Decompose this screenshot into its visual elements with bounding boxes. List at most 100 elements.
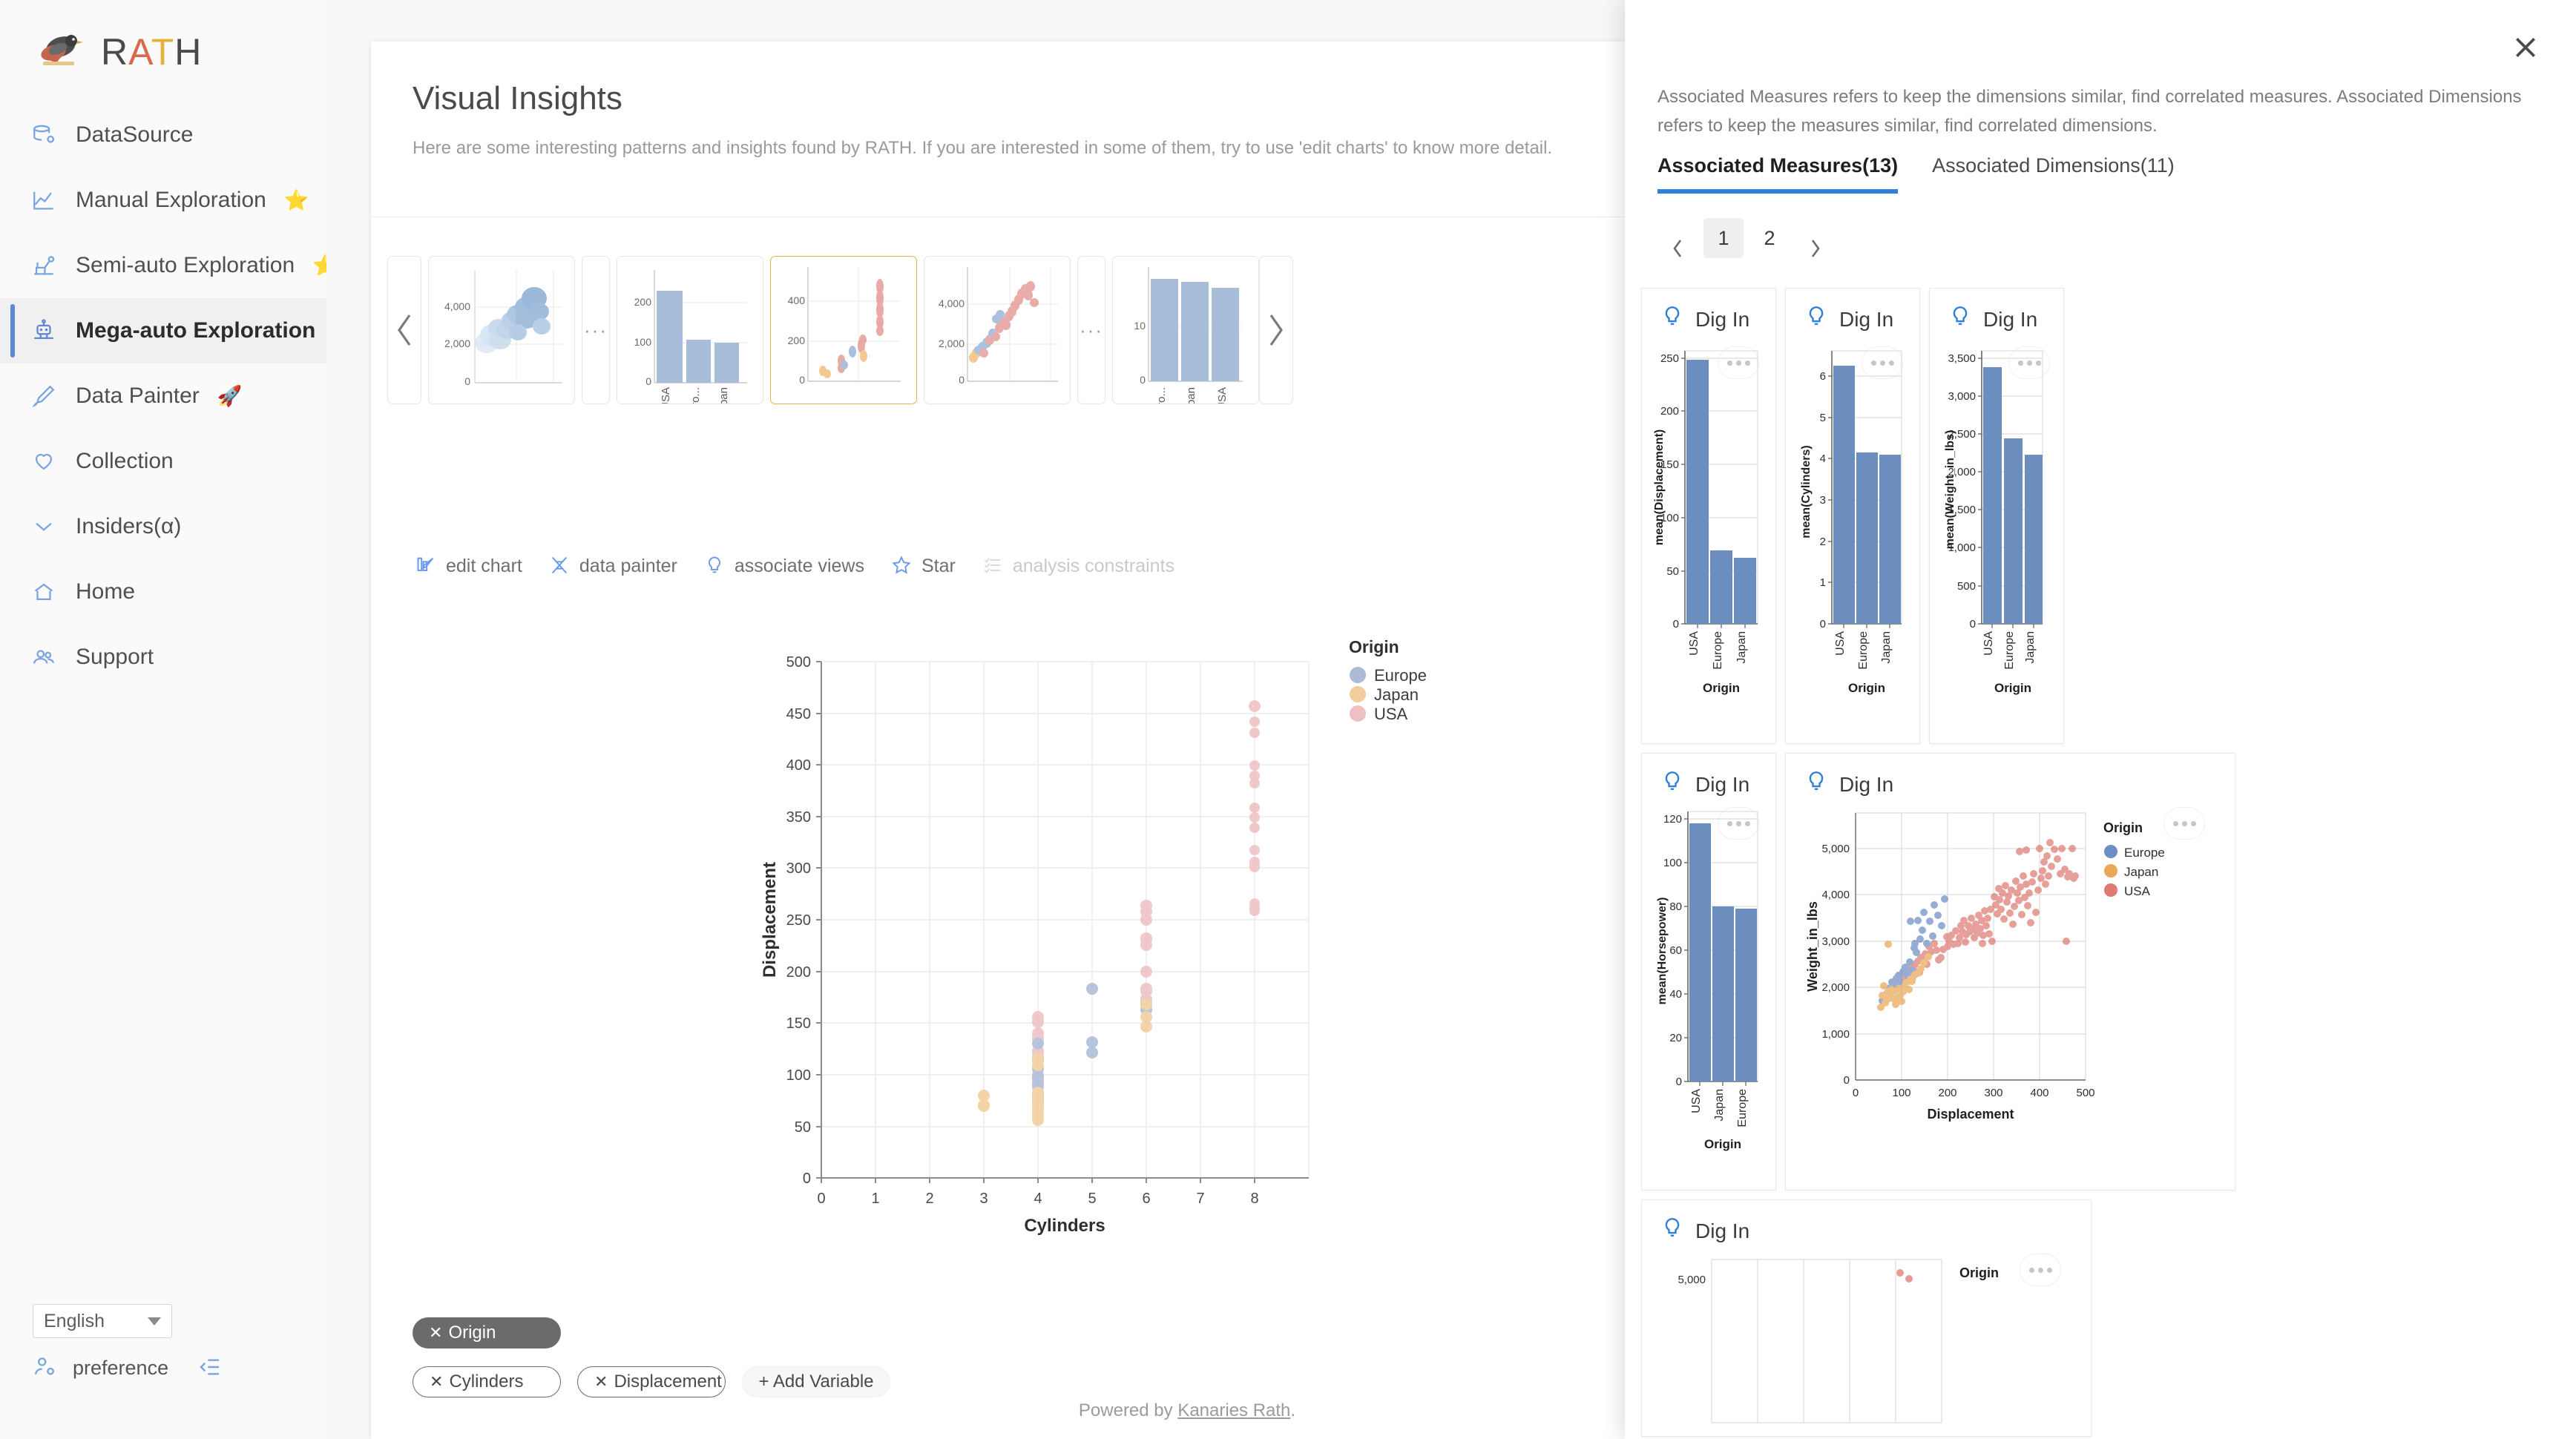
- robot-icon: [30, 317, 58, 345]
- svg-text:3,000: 3,000: [1948, 390, 1976, 403]
- svg-text:Origin: Origin: [1703, 681, 1740, 695]
- robot-arm-icon: [30, 251, 58, 280]
- preference-label[interactable]: preference: [73, 1357, 168, 1380]
- sidebar-item-semi-auto-exploration[interactable]: Semi-auto Exploration ⭐: [0, 233, 338, 298]
- svg-text:200: 200: [1938, 1087, 1956, 1099]
- svg-text:Japan: Japan: [1374, 685, 1419, 704]
- carousel-thumbnail[interactable]: 4,000 2,000 0: [428, 256, 575, 404]
- pagination-page-1[interactable]: 1: [1703, 218, 1744, 258]
- sidebar-item-data-painter[interactable]: Data Painter 🚀: [0, 363, 326, 429]
- panel-description: Associated Measures refers to keep the d…: [1657, 87, 2522, 136]
- carousel-ellipsis[interactable]: ···: [582, 256, 610, 404]
- svg-text:0: 0: [1970, 618, 1976, 630]
- svg-text:Japan: Japan: [1880, 631, 1893, 664]
- svg-text:mean(Cylinders): mean(Cylinders): [1800, 445, 1813, 538]
- sidebar-item-manual-exploration[interactable]: Manual Exploration ⭐: [0, 168, 326, 233]
- svg-text:Origin: Origin: [1349, 637, 1399, 656]
- svg-text:500: 500: [786, 654, 811, 671]
- constraints-icon: [982, 555, 1005, 577]
- sidebar-item-home[interactable]: Home: [0, 559, 326, 625]
- sidebar-item-mega-auto-exploration[interactable]: Mega-auto Exploration: [0, 298, 326, 363]
- insight-card[interactable]: Dig In: [1641, 753, 1776, 1191]
- sidebar-item-label: DataSource: [76, 122, 194, 147]
- sidebar-item-insiders[interactable]: Insiders(α): [0, 494, 326, 559]
- close-icon[interactable]: ✕: [430, 1372, 443, 1392]
- svg-text:USA: USA: [2124, 884, 2151, 898]
- star-emoji: ⭐: [283, 189, 309, 211]
- sidebar-item-label: Semi-auto Exploration: [76, 253, 295, 277]
- sidebar-item-collection[interactable]: Collection: [0, 429, 326, 494]
- svg-text:5: 5: [1088, 1191, 1096, 1207]
- insight-card-title: Dig In: [1983, 307, 2038, 331]
- sidebar-item-label: Collection: [76, 449, 174, 473]
- pagination-next-button[interactable]: [1795, 228, 1836, 269]
- svg-text:450: 450: [786, 706, 811, 722]
- sidebar-item-support[interactable]: Support: [0, 625, 326, 690]
- pagination-page-2[interactable]: 2: [1749, 218, 1790, 258]
- edit-chart-button[interactable]: edit chart: [415, 555, 522, 577]
- add-variable-button[interactable]: + Add Variable: [742, 1366, 890, 1397]
- svg-text:200: 200: [786, 964, 811, 981]
- insight-card[interactable]: Dig In 5,000 Origin: [1641, 1199, 2092, 1437]
- associate-views-panel: Associated Measures refers to keep the d…: [1625, 0, 2576, 1439]
- carousel-next-button[interactable]: [1259, 256, 1293, 404]
- svg-text:Japan: Japan: [2024, 631, 2037, 664]
- svg-text:0: 0: [1673, 618, 1679, 630]
- svg-text:500: 500: [1957, 580, 1976, 593]
- kanaries-rath-link[interactable]: Kanaries Rath: [1177, 1400, 1290, 1420]
- heart-icon: [30, 447, 58, 475]
- line-chart-icon: [30, 186, 58, 214]
- close-panel-button[interactable]: [2511, 33, 2543, 65]
- toolbar-label: analysis constraints: [1012, 555, 1174, 576]
- carousel-prev-button[interactable]: [387, 256, 421, 404]
- main-chart[interactable]: 500 450 400 350 300 250 200 150 100 50 0: [401, 620, 1528, 1317]
- svg-text:20: 20: [1669, 1032, 1682, 1044]
- carousel-ellipsis[interactable]: ···: [1077, 256, 1105, 404]
- close-icon[interactable]: ✕: [594, 1372, 608, 1392]
- data-painter-button[interactable]: data painter: [549, 555, 677, 577]
- chevron-right-icon: [1811, 240, 1820, 257]
- associate-views-button[interactable]: associate views: [704, 555, 864, 577]
- insight-card-header: Dig In: [1642, 754, 1775, 799]
- insight-card-title: Dig In: [1695, 1219, 1750, 1242]
- insight-card[interactable]: Dig In: [1785, 288, 1920, 744]
- analysis-constraints-button: analysis constraints: [982, 555, 1174, 577]
- close-icon[interactable]: ✕: [429, 1323, 442, 1343]
- pagination-prev-button[interactable]: [1657, 228, 1698, 269]
- svg-text:0: 0: [799, 374, 805, 386]
- sidebar-item-datasource[interactable]: DataSource: [0, 102, 326, 168]
- sidebar-footer: English preference: [0, 1304, 326, 1381]
- insight-card[interactable]: Dig In: [1641, 288, 1776, 744]
- bulb-icon: [704, 555, 726, 577]
- svg-text:USA: USA: [1688, 631, 1701, 656]
- carousel-thumbnail[interactable]: 4,000 2,000 0: [924, 256, 1071, 404]
- data-painter-icon: [549, 555, 571, 577]
- measure-pill-cylinders[interactable]: ✕ Cylinders: [413, 1366, 561, 1397]
- svg-text:Origin: Origin: [1704, 1137, 1741, 1151]
- svg-text:300: 300: [786, 860, 811, 877]
- carousel-thumbnail[interactable]: 200 100 0 USA Euro... Japan: [617, 256, 763, 404]
- star-button[interactable]: Star: [891, 555, 956, 577]
- tab-associated-measures[interactable]: Associated Measures(13): [1657, 154, 1899, 194]
- preference-row: preference: [33, 1354, 326, 1381]
- carousel-thumbnail[interactable]: 10 0 Euro... Japan USA: [1112, 256, 1259, 404]
- sidebar-item-label: Data Painter: [76, 383, 200, 408]
- svg-text:4,000: 4,000: [939, 297, 965, 309]
- svg-text:Japan: Japan: [1713, 1089, 1726, 1122]
- carousel-thumbnail-selected[interactable]: 400 200 0: [770, 256, 917, 404]
- svg-text:mean(Horsepower): mean(Horsepower): [1656, 898, 1669, 1005]
- measure-pill-displacement[interactable]: ✕ Displacement: [577, 1366, 726, 1397]
- tab-associated-dimensions[interactable]: Associated Dimensions(11): [1932, 154, 2175, 194]
- insight-card-title: Dig In: [1695, 307, 1750, 331]
- star-icon: [891, 555, 913, 577]
- svg-text:350: 350: [786, 809, 811, 826]
- language-select[interactable]: English: [33, 1304, 172, 1338]
- insight-card[interactable]: Dig In: [1785, 753, 2235, 1191]
- insight-card[interactable]: Dig In: [1929, 288, 2064, 744]
- svg-text:Origin: Origin: [1848, 681, 1885, 695]
- pagination: 1 2: [1657, 208, 1836, 269]
- collapse-sidebar-icon[interactable]: [198, 1355, 223, 1380]
- dimension-pill-origin[interactable]: ✕ Origin: [413, 1317, 561, 1349]
- svg-text:0: 0: [1676, 1076, 1682, 1088]
- svg-text:Origin: Origin: [2103, 820, 2143, 835]
